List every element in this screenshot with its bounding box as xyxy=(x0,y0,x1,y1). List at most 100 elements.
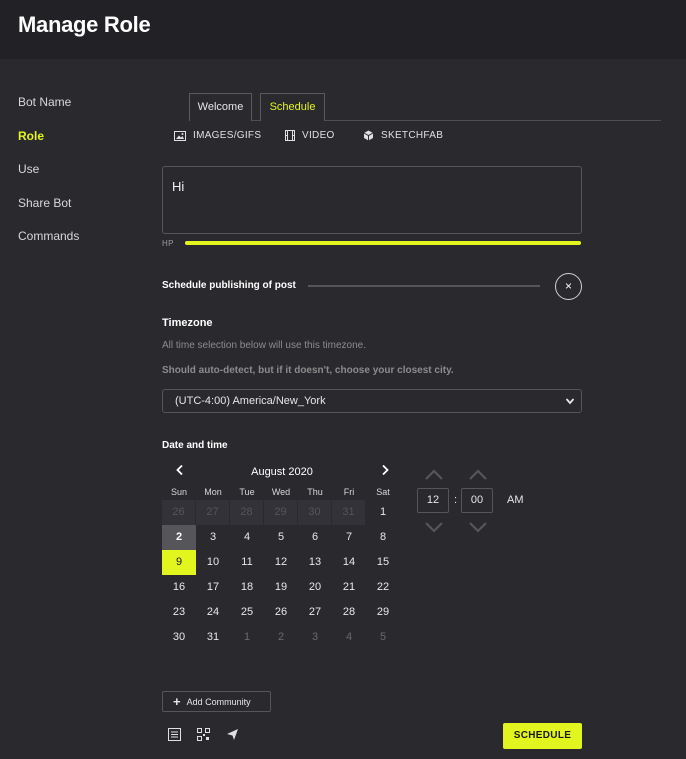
minute-up-button[interactable] xyxy=(468,468,488,482)
calendar-day[interactable]: 5 xyxy=(264,525,298,550)
calendar-day[interactable]: 12 xyxy=(264,550,298,575)
add-community-label: Add Community xyxy=(186,697,251,707)
calendar-day[interactable]: 11 xyxy=(230,550,264,575)
calendar-next-button[interactable] xyxy=(375,463,395,481)
divider-line xyxy=(308,285,540,287)
images-gifs-button[interactable]: IMAGES/GIFS xyxy=(174,130,261,141)
timezone-select[interactable]: (UTC-4:00) America/New_York xyxy=(162,389,582,413)
calendar-month-label: August 2020 xyxy=(251,466,313,478)
calendar-day[interactable]: 8 xyxy=(366,525,400,550)
calendar-day[interactable]: 16 xyxy=(162,575,196,600)
hp-bar-fill xyxy=(185,241,581,245)
calendar-day[interactable]: 26 xyxy=(162,500,196,525)
calendar-day[interactable]: 1 xyxy=(230,625,264,650)
weekday-label: Fri xyxy=(343,487,355,497)
plus-icon: + xyxy=(173,694,181,709)
ampm-toggle[interactable]: AM xyxy=(507,494,524,506)
minute-input[interactable]: 00 xyxy=(461,488,493,513)
page-title: Manage Role xyxy=(18,12,151,37)
calendar-day[interactable]: 13 xyxy=(298,550,332,575)
tab-bar: Welcome Schedule xyxy=(189,93,661,121)
tab-schedule[interactable]: Schedule xyxy=(260,93,325,121)
calendar-day[interactable]: 27 xyxy=(196,500,230,525)
sidebar-item-role[interactable]: Role xyxy=(18,129,148,163)
timezone-help-text: All time selection below will use this t… xyxy=(162,340,366,351)
sidebar-item-bot-name[interactable]: Bot Name xyxy=(18,95,148,129)
calendar-day[interactable]: 2 xyxy=(162,525,196,550)
sidebar-item-use[interactable]: Use xyxy=(18,162,148,196)
calendar-day[interactable]: 7 xyxy=(332,525,366,550)
calendar-day[interactable]: 26 xyxy=(264,600,298,625)
post-text-input[interactable]: Hi xyxy=(162,166,582,234)
list-icon[interactable] xyxy=(168,728,181,741)
tab-welcome[interactable]: Welcome xyxy=(189,93,252,121)
cube-icon xyxy=(363,130,374,141)
video-label: VIDEO xyxy=(302,130,335,141)
calendar-day[interactable]: 3 xyxy=(196,525,230,550)
weekday-label: Mon xyxy=(204,487,222,497)
calendar-day[interactable]: 25 xyxy=(230,600,264,625)
calendar-day[interactable]: 20 xyxy=(298,575,332,600)
calendar-day[interactable]: 4 xyxy=(230,525,264,550)
top-bar: Manage Role xyxy=(0,0,686,59)
hp-bar xyxy=(185,241,581,245)
minute-down-button[interactable] xyxy=(468,520,488,534)
calendar-day[interactable]: 5 xyxy=(366,625,400,650)
calendar-day[interactable]: 6 xyxy=(298,525,332,550)
weekday-label: Tue xyxy=(239,487,255,497)
calendar-days-grid: 26 27 28 29 30 31 1 2 3 4 5 6 7 8 9 10 11 12 13 14 15 16 17 18 1… xyxy=(162,500,402,650)
time-separator: : xyxy=(454,494,458,506)
calendar-day[interactable]: 9 xyxy=(162,550,196,575)
calendar-day[interactable]: 10 xyxy=(196,550,230,575)
calendar-day[interactable]: 28 xyxy=(230,500,264,525)
calendar-day[interactable]: 1 xyxy=(366,500,400,525)
calendar-day[interactable]: 21 xyxy=(332,575,366,600)
timezone-auto-detect-text: Should auto-detect, but if it doesn't, c… xyxy=(162,365,454,376)
qr-code-icon[interactable] xyxy=(197,728,210,741)
close-schedule-button[interactable]: × xyxy=(555,273,582,300)
sketchfab-button[interactable]: SKETCHFAB xyxy=(363,130,443,141)
calendar: August 2020 Sun Mon Tue Wed Thu Fri Sat … xyxy=(162,462,402,650)
calendar-day[interactable]: 4 xyxy=(332,625,366,650)
calendar-day[interactable]: 24 xyxy=(196,600,230,625)
hour-up-button[interactable] xyxy=(424,468,444,482)
add-community-button[interactable]: + Add Community xyxy=(162,691,271,712)
hour-input[interactable]: 12 xyxy=(417,488,449,513)
calendar-day[interactable]: 17 xyxy=(196,575,230,600)
calendar-day[interactable]: 14 xyxy=(332,550,366,575)
weekday-label: Sun xyxy=(170,487,187,497)
calendar-day[interactable]: 28 xyxy=(332,600,366,625)
sidebar: Bot Name Role Use Share Bot Commands xyxy=(18,95,148,263)
timezone-title: Timezone xyxy=(162,317,213,329)
calendar-day[interactable]: 3 xyxy=(298,625,332,650)
timezone-selected-value: (UTC-4:00) America/New_York xyxy=(175,395,326,407)
calendar-day[interactable]: 18 xyxy=(230,575,264,600)
calendar-day[interactable]: 29 xyxy=(366,600,400,625)
calendar-day[interactable]: 27 xyxy=(298,600,332,625)
video-button[interactable]: VIDEO xyxy=(285,130,335,141)
weekday-label: Thu xyxy=(307,487,323,497)
sidebar-item-share-bot[interactable]: Share Bot xyxy=(18,196,148,230)
calendar-day[interactable]: 31 xyxy=(332,500,366,525)
schedule-publishing-label: Schedule publishing of post xyxy=(162,280,296,291)
calendar-day[interactable]: 30 xyxy=(162,625,196,650)
images-gifs-label: IMAGES/GIFS xyxy=(193,130,262,141)
weekday-label: Sat xyxy=(376,487,390,497)
calendar-day[interactable]: 23 xyxy=(162,600,196,625)
bottom-toolbar xyxy=(168,728,239,741)
calendar-day[interactable]: 2 xyxy=(264,625,298,650)
sidebar-item-commands[interactable]: Commands xyxy=(18,229,148,263)
film-icon xyxy=(285,130,295,141)
schedule-button[interactable]: SCHEDULE xyxy=(503,723,582,749)
calendar-day[interactable]: 15 xyxy=(366,550,400,575)
chevron-right-icon xyxy=(382,464,389,476)
calendar-day[interactable]: 31 xyxy=(196,625,230,650)
calendar-header: August 2020 xyxy=(162,462,402,484)
calendar-day[interactable]: 22 xyxy=(366,575,400,600)
calendar-day[interactable]: 19 xyxy=(264,575,298,600)
hour-down-button[interactable] xyxy=(424,520,444,534)
send-icon[interactable] xyxy=(226,728,239,741)
calendar-day[interactable]: 29 xyxy=(264,500,298,525)
calendar-day[interactable]: 30 xyxy=(298,500,332,525)
time-picker: 12 : 00 AM xyxy=(417,462,537,542)
